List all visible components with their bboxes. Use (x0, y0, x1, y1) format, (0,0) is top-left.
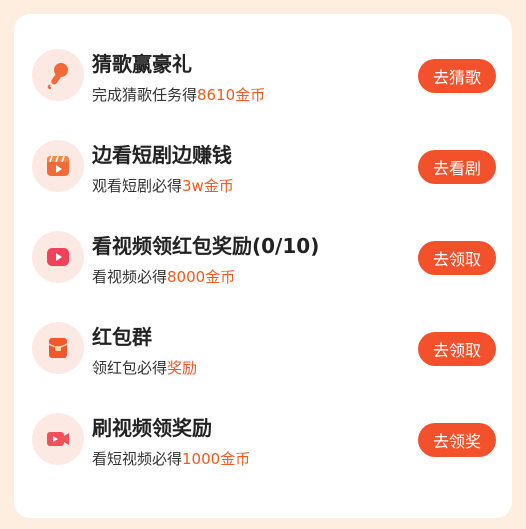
task-icon-container (32, 322, 84, 374)
claim-red-envelope-button[interactable]: 去领取 (418, 332, 496, 366)
task-row-scroll-video: 刷视频领奖励 看短视频必得1000金币 去领奖 (14, 394, 512, 485)
task-description: 看视频必得8000金币 (92, 266, 235, 287)
task-icon-container (32, 413, 84, 465)
task-title: 红包群 (92, 325, 152, 349)
task-title: 边看短剧边赚钱 (92, 143, 232, 167)
task-description: 看短视频必得1000金币 (92, 448, 250, 469)
task-row-guess-song: 猜歌赢豪礼 完成猜歌任务得8610金币 去猜歌 (14, 30, 512, 121)
task-desc-text: 领红包必得 (92, 359, 168, 377)
task-reward: 8000金币 (167, 268, 236, 286)
task-reward: 1000金币 (182, 450, 251, 468)
task-reward: 3w金币 (182, 177, 234, 195)
task-card: 猜歌赢豪礼 完成猜歌任务得8610金币 去猜歌 边看短剧边赚钱 观看短剧必得3w… (14, 14, 512, 518)
task-description: 领红包必得奖励 (92, 357, 197, 378)
task-title: 看视频领红包奖励(0/10) (92, 234, 320, 258)
task-desc-text: 完成猜歌任务得 (92, 86, 198, 104)
task-row-short-drama: 边看短剧边赚钱 观看短剧必得3w金币 去看剧 (14, 121, 512, 212)
task-desc-text: 观看短剧必得 (92, 177, 183, 195)
task-row-video-red-packet: 看视频领红包奖励(0/10) 看视频必得8000金币 去领取 (14, 212, 512, 303)
red-envelope-icon (48, 338, 68, 358)
task-description: 观看短剧必得3w金币 (92, 175, 234, 196)
task-icon-container (32, 140, 84, 192)
task-description: 完成猜歌任务得8610金币 (92, 84, 265, 105)
video-camera-icon (47, 432, 69, 446)
task-list: 猜歌赢豪礼 完成猜歌任务得8610金币 去猜歌 边看短剧边赚钱 观看短剧必得3w… (14, 30, 512, 485)
task-row-red-envelope-group: 红包群 领红包必得奖励 去领取 (14, 303, 512, 394)
task-reward: 奖励 (167, 359, 198, 377)
task-title: 刷视频领奖励 (92, 416, 212, 440)
task-desc-text: 看视频必得 (92, 268, 168, 286)
microphone-icon (47, 63, 68, 89)
task-icon-container (32, 49, 84, 101)
task-title: 猜歌赢豪礼 (92, 52, 192, 76)
claim-video-scroll-button[interactable]: 去领奖 (418, 423, 496, 457)
clapperboard-icon (47, 155, 69, 176)
task-desc-text: 看短视频必得 (92, 450, 183, 468)
video-play-icon (47, 248, 69, 266)
task-icon-container (32, 231, 84, 283)
guess-song-button[interactable]: 去猜歌 (418, 59, 496, 93)
task-reward: 8610金币 (197, 86, 266, 104)
claim-video-reward-button[interactable]: 去领取 (418, 241, 496, 275)
watch-drama-button[interactable]: 去看剧 (418, 150, 496, 184)
